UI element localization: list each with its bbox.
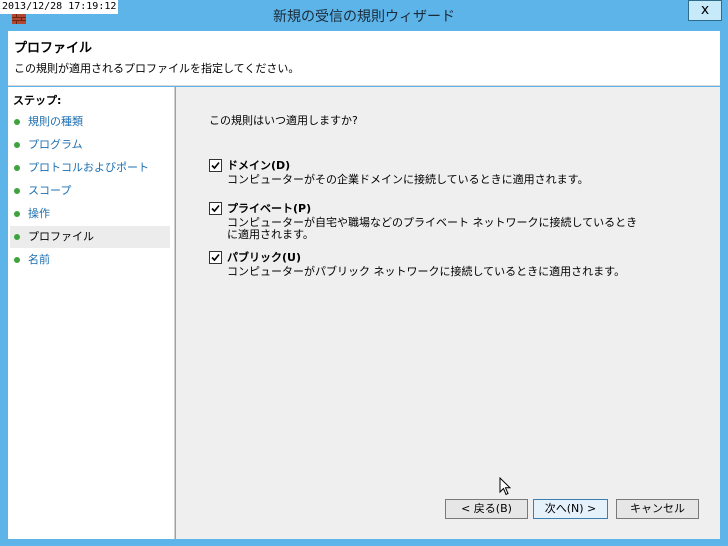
close-button[interactable]: x: [688, 0, 722, 21]
private-checkbox[interactable]: [209, 202, 222, 215]
step-status-icon: [14, 119, 20, 125]
step-status-icon: [14, 188, 20, 194]
step-status-icon: [14, 142, 20, 148]
domain-checkbox[interactable]: [209, 159, 222, 172]
page-description: この規則が適用されるプロファイルを指定してください。: [14, 62, 300, 75]
step-label: 規則の種類: [28, 115, 83, 128]
step-profile[interactable]: プロファイル: [10, 226, 170, 248]
public-checkbox[interactable]: [209, 251, 222, 264]
step-label: プロトコルおよびポート: [28, 161, 149, 174]
window-frame: 新規の受信の規則ウィザード x 2013/12/28 17:19:12 プロファ…: [0, 0, 728, 546]
steps-title: ステップ:: [13, 94, 62, 107]
timestamp-overlay: 2013/12/28 17:19:12: [0, 0, 119, 14]
step-label: 名前: [28, 253, 50, 266]
public-label[interactable]: パブリック(U): [227, 249, 301, 265]
public-description: コンピューターがパブリック ネットワークに接続しているときに適用されます。: [227, 265, 626, 278]
step-label: プログラム: [28, 138, 83, 151]
main-panel: この規則はいつ適用しますか? ドメイン(D) コンピューターがその企業ドメインに…: [176, 87, 720, 539]
private-label[interactable]: プライベート(P): [227, 200, 311, 216]
back-button[interactable]: < 戻る(B): [445, 499, 528, 519]
step-label: スコープ: [28, 184, 72, 197]
cancel-button[interactable]: キャンセル: [616, 499, 699, 519]
step-scope[interactable]: スコープ: [10, 180, 170, 202]
domain-label[interactable]: ドメイン(D): [227, 157, 290, 173]
step-protocol-ports[interactable]: プロトコルおよびポート: [10, 157, 170, 179]
next-button[interactable]: 次へ(N) >: [533, 499, 608, 519]
step-label: プロファイル: [28, 230, 94, 243]
step-label: 操作: [28, 207, 50, 220]
steps-sidebar: ステップ: 規則の種類 プログラム プロトコルおよびポート スコープ 操作 プロ…: [8, 87, 175, 539]
step-status-icon: [14, 211, 20, 217]
mouse-cursor-icon: [499, 476, 512, 500]
wizard-header: プロファイル この規則が適用されるプロファイルを指定してください。: [8, 31, 720, 86]
profile-question: この規則はいつ適用しますか?: [209, 114, 358, 127]
domain-description: コンピューターがその企業ドメインに接続しているときに適用されます。: [227, 173, 589, 186]
step-name[interactable]: 名前: [10, 249, 170, 271]
step-status-icon: [14, 165, 20, 171]
step-action[interactable]: 操作: [10, 203, 170, 225]
step-status-icon: [14, 234, 20, 240]
step-status-icon: [14, 257, 20, 263]
step-program[interactable]: プログラム: [10, 134, 170, 156]
step-rule-type[interactable]: 規則の種類: [10, 111, 170, 133]
page-title: プロファイル: [14, 41, 93, 56]
private-description: コンピューターが自宅や職場などのプライベート ネットワークに接続しているときに適…: [227, 216, 638, 241]
